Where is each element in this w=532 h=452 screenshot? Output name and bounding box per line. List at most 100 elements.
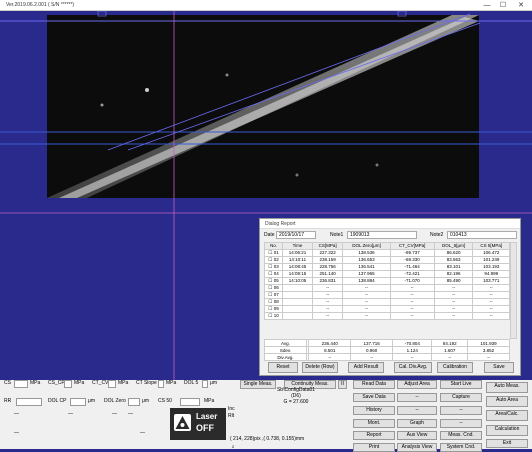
ct-slope-value <box>158 380 164 388</box>
table-row[interactable]: ☐ 04 14:09:15 251.140 137.965 -72.421 82.196 9… <box>263 270 510 278</box>
col-no: No. <box>263 242 284 250</box>
table-row[interactable]: ☐ 10 -- -- -- -- -- <box>263 312 510 320</box>
cell-time: 14:06:21 <box>282 249 313 257</box>
note2-label: Note2 <box>430 232 444 238</box>
system-cnd-button[interactable]: System Cnd. <box>440 443 482 452</box>
image-viewer[interactable]: Dialog Report Date 2019/10/17 Note1 1909… <box>0 11 532 380</box>
read-data-button[interactable]: Read Data <box>353 380 395 389</box>
cell-ctcv: -- <box>389 312 435 320</box>
cell-cs: -- <box>311 298 344 306</box>
cell-dolzero: -- <box>342 298 391 306</box>
reset-button[interactable]: Reset <box>268 362 298 373</box>
report-button[interactable]: Report <box>353 431 395 440</box>
area-calc-button[interactable]: Area/Calc. <box>486 410 528 421</box>
cell-time <box>282 291 313 299</box>
cell-time <box>282 298 313 306</box>
table-row[interactable]: ☐ 08 -- -- -- -- -- <box>263 298 510 306</box>
disabled-button[interactable]: -- <box>440 419 482 428</box>
history-button[interactable]: History <box>353 406 395 415</box>
cell-no: ☐ 07 <box>263 291 284 299</box>
close-button[interactable]: ✕ <box>514 1 528 10</box>
save-data-button[interactable]: Save Data <box>353 393 395 402</box>
auto-meas-button[interactable]: Auto Meas. <box>486 382 528 393</box>
disabled-button[interactable]: -- <box>397 393 437 402</box>
table-row[interactable]: ☐ 07 -- -- -- -- -- <box>263 291 510 299</box>
coords-index: 2 <box>232 444 235 449</box>
result-dash: — <box>112 411 117 417</box>
rlt-label: Rlt <box>228 413 235 419</box>
stat-ctcv: 1.124 <box>392 346 433 354</box>
cell-dol5: -- <box>433 305 474 313</box>
delete-row-button[interactable]: Delete (Row) <box>302 362 338 373</box>
rr-value <box>16 398 42 406</box>
laser-indicator[interactable]: Laser OFF <box>170 408 226 440</box>
start-live-button[interactable]: Start Live <box>440 380 482 389</box>
note1-field[interactable]: 1909013 <box>347 231 417 239</box>
cell-time <box>282 284 313 292</box>
cell-dolzero: 138.884 <box>342 277 391 285</box>
inc-label: Inc <box>228 406 235 412</box>
cal-div-avg-button[interactable]: Cal. Div.Avg. <box>394 362 432 373</box>
table-row[interactable]: ☐ 03 14:08:45 228.756 136.541 -71.464 83.101 1… <box>263 263 510 271</box>
adjust-area-button[interactable]: Adjust Area <box>397 380 437 389</box>
cell-time: 14:10:11 <box>282 256 313 264</box>
stat-ctcv: -70.804 <box>392 339 433 347</box>
cell-no: ☐ 09 <box>263 305 284 313</box>
disabled-button[interactable]: -- <box>397 406 437 415</box>
col-ctcv: CT_CV[MPa] <box>389 242 435 250</box>
stat-dol5: 84.192 <box>431 339 469 347</box>
cell-cs: 238.159 <box>311 256 344 264</box>
cell-dol5: 85.490 <box>433 277 474 285</box>
cell-ctcv: -69.737 <box>389 249 435 257</box>
stat-cs: 236.440 <box>308 339 352 347</box>
laser-state: OFF <box>196 423 214 433</box>
cell-no: ☐ 03 <box>263 263 284 271</box>
date-field[interactable]: 2019/10/17 <box>276 231 316 239</box>
table-row[interactable]: ☐ 09 -- -- -- -- -- <box>263 305 510 313</box>
disabled-button[interactable]: -- <box>440 406 482 415</box>
auto-area-button[interactable]: Auto Area <box>486 396 528 407</box>
dol-cp-value <box>70 398 86 406</box>
cell-dol5: -- <box>433 312 474 320</box>
minimize-button[interactable]: — <box>480 1 494 10</box>
stat-label: Avg. <box>264 339 307 347</box>
aux-view-button[interactable]: Aux View <box>397 431 437 440</box>
stats-row: Avg. 236.440 137.716 -70.804 84.192 101.939 <box>264 339 510 347</box>
result-dash: — <box>140 430 145 436</box>
graph-button[interactable]: Graph <box>397 419 437 428</box>
cell-ctcv: -71.464 <box>389 263 435 271</box>
calibration-button[interactable]: Calibration <box>437 362 473 373</box>
exit-button[interactable]: Exit <box>486 439 528 448</box>
table-row[interactable]: ☐ 05 14:10:05 236.831 138.884 -71.070 85.490 1… <box>263 277 510 285</box>
print-button[interactable]: Print <box>353 443 395 452</box>
date-label: Date <box>264 232 275 238</box>
maximize-button[interactable]: ☐ <box>496 1 510 10</box>
table-scrollbar[interactable] <box>510 242 517 339</box>
table-row[interactable]: ☐ 02 14:10:11 238.159 136.653 -69.330 83.563 1… <box>263 256 510 264</box>
capture-button[interactable]: Capture <box>440 393 482 402</box>
monitor-button[interactable]: Mont. <box>353 419 395 428</box>
gain-value: G = 27.600 <box>283 399 309 405</box>
pixel-coords: ( 214, 228)pix ,( 0.738, 0.155)mm <box>230 436 305 442</box>
stat-cs5: 101.939 <box>467 339 510 347</box>
cell-ctcv: -72.421 <box>389 270 435 278</box>
calculation-button[interactable]: Calculation <box>486 425 528 436</box>
col-time: Time <box>282 242 313 250</box>
stats-row: Sdev. 8.501 0.960 1.124 1.607 3.852 <box>264 346 510 354</box>
table-row[interactable]: ☐ 01 14:06:21 227.322 138.536 -69.737 86.620 1… <box>263 249 510 257</box>
dol5-value <box>202 380 208 388</box>
col-dolzero: DOL Zero[μm] <box>342 242 391 250</box>
cell-cs5: 103.771 <box>472 277 510 285</box>
cell-cs5: -- <box>472 291 510 299</box>
table-row[interactable]: ☐ 06 -- -- -- -- -- <box>263 284 510 292</box>
note2-field[interactable]: 010413 <box>447 231 517 239</box>
save-button[interactable]: Save <box>484 362 514 373</box>
stat-cs5: -- <box>467 353 510 361</box>
cell-dolzero: -- <box>342 305 391 313</box>
field-ct-cv: CT_CV MPa <box>92 380 129 388</box>
report-titlebar: Dialog Report <box>260 219 520 229</box>
analysis-view-button[interactable]: Analysis View <box>397 443 437 452</box>
add-result-button[interactable]: Add Result <box>348 362 384 373</box>
meas-cnd-button[interactable]: Meas. Cnd. <box>440 431 482 440</box>
stat-cs: 8.501 <box>308 346 352 354</box>
